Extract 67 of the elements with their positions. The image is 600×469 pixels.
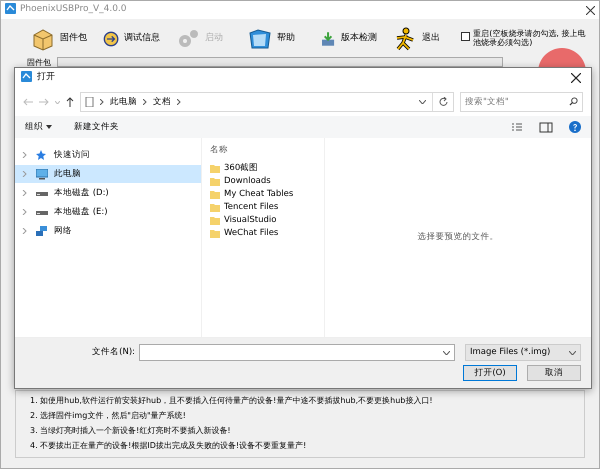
instruction-text: 4. 不要拔出正在量产的设备!根据ID拔出完成及失败的设备!设备不要重复量产! bbox=[30, 440, 308, 451]
filename-field[interactable] bbox=[139, 344, 455, 361]
dialog-button[interactable]: 取消 bbox=[527, 365, 581, 381]
breadcrumb-item[interactable]: 此电脑 bbox=[110, 96, 137, 108]
firmware-field[interactable] bbox=[57, 57, 503, 67]
dialog-button[interactable]: 打开(O) bbox=[463, 365, 517, 381]
close-icon[interactable] bbox=[571, 73, 581, 83]
view-options-icon bbox=[511, 122, 523, 132]
window-title: PhoenixUSBPro_V_4.0.0 bbox=[20, 3, 127, 16]
search-icon bbox=[569, 97, 578, 106]
up-icon[interactable] bbox=[66, 97, 74, 107]
toolbar-button[interactable]: 退出 bbox=[389, 25, 454, 53]
nav-item[interactable]: 本地磁盘 (E:) bbox=[15, 203, 201, 221]
nav-item[interactable]: 快速访问 bbox=[15, 146, 201, 164]
preview-pane-icon bbox=[539, 122, 553, 132]
caret-icon bbox=[443, 350, 450, 354]
expand-icon[interactable] bbox=[22, 209, 27, 215]
folder-item[interactable]: WeChat Files bbox=[210, 227, 316, 240]
filename-label: 文件名(N): bbox=[91, 346, 135, 359]
expand-icon[interactable] bbox=[22, 171, 27, 177]
chevron-icon bbox=[177, 99, 181, 105]
forward-icon[interactable] bbox=[39, 98, 49, 106]
expand-icon[interactable] bbox=[22, 190, 27, 196]
firmware-label: 固件包 bbox=[27, 57, 51, 69]
filter-dropdown[interactable]: Image Files (*.img) bbox=[465, 344, 581, 361]
dropdown-icon[interactable] bbox=[55, 100, 60, 104]
chevron-icon bbox=[143, 99, 147, 105]
folder-item[interactable]: My Cheat Tables bbox=[210, 188, 316, 201]
star-icon bbox=[36, 150, 48, 160]
folder-item[interactable]: VisualStudio bbox=[210, 214, 316, 227]
help-icon bbox=[569, 121, 581, 133]
reboot-checkbox[interactable]: 重启(空板烧录请勿勾选, 接上电池烧录必须勾选) bbox=[461, 30, 593, 48]
address-bar[interactable]: 此电脑 文档 bbox=[80, 92, 454, 112]
refresh-icon bbox=[439, 97, 449, 107]
folder-icon bbox=[248, 27, 272, 51]
document-icon bbox=[85, 97, 94, 107]
toolbar-button[interactable]: 固件包 bbox=[27, 25, 91, 53]
nav-item[interactable]: 本地磁盘 (D:) bbox=[15, 184, 201, 202]
search-field[interactable]: 搜索"文档" bbox=[460, 92, 583, 112]
toolbar-button[interactable]: 调试信息 bbox=[99, 25, 164, 53]
close-icon[interactable] bbox=[586, 6, 595, 14]
nav-item[interactable]: 此电脑 bbox=[15, 165, 201, 183]
command-button[interactable]: 组织 bbox=[25, 120, 52, 134]
command-button[interactable]: 新建文件夹 bbox=[74, 120, 119, 134]
nav-item[interactable]: 网络 bbox=[15, 222, 201, 240]
column-header[interactable]: 名称 bbox=[210, 144, 316, 158]
dialog-title: 打开 bbox=[37, 71, 55, 84]
dropdown-icon bbox=[419, 100, 426, 104]
monitor-icon bbox=[36, 168, 48, 180]
folder-item[interactable]: 360截图 bbox=[210, 162, 316, 175]
expand-icon[interactable] bbox=[22, 152, 27, 158]
box-icon bbox=[31, 27, 55, 51]
breadcrumb-item[interactable]: 文档 bbox=[153, 96, 171, 108]
folder-item[interactable]: Downloads bbox=[210, 175, 316, 188]
network-icon bbox=[36, 226, 48, 236]
preview-message: 选择要预览的文件。 bbox=[418, 231, 498, 244]
instruction-text: 1. 如使用hub,软件运行前安装好hub，且不要插入任何待量产的设备!量产中途不要插拔hub,不要更换hub接入口! bbox=[30, 395, 434, 406]
caret-icon bbox=[569, 350, 576, 354]
toolbar-button[interactable]: 帮助 bbox=[244, 25, 308, 53]
app-icon bbox=[21, 71, 32, 82]
instruction-text: 2. 选择固件img文件，然后"启动"量产系统! bbox=[30, 410, 187, 421]
back-icon[interactable] bbox=[23, 98, 33, 106]
chevron-icon bbox=[100, 99, 104, 105]
instruction-text: 3. 当绿灯亮时插入一个新设备!红灯亮时不要插入新设备! bbox=[30, 425, 232, 436]
expand-icon[interactable] bbox=[22, 228, 27, 234]
folder-item[interactable]: Tencent Files bbox=[210, 201, 316, 214]
toolbar-button[interactable]: 版本检测 bbox=[316, 25, 382, 53]
